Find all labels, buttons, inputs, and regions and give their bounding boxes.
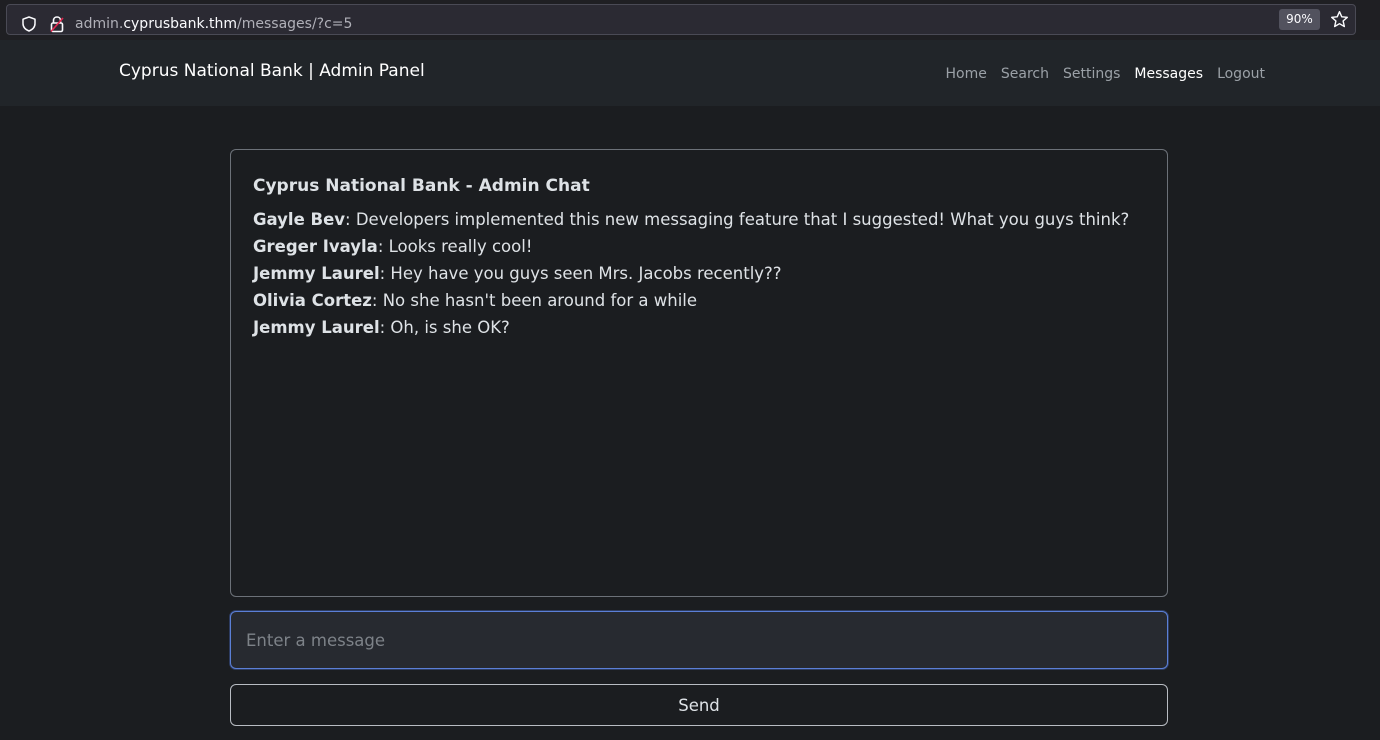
message-author: Gayle Bev	[253, 210, 346, 229]
nav-links: Home Search Settings Messages Logout	[939, 64, 1272, 84]
zoom-level-badge[interactable]: 90%	[1279, 9, 1320, 30]
message-item: Jemmy Laurel: Oh, is she OK?	[253, 314, 1129, 341]
message-author: Greger Ivayla	[253, 237, 378, 256]
browser-toolbar: admin.cyprusbank.thm/messages/?c=5 90%	[0, 0, 1380, 40]
url-host: cyprusbank.thm	[123, 16, 238, 32]
nav-link-search[interactable]: Search	[994, 64, 1056, 84]
message-list: Gayle Bev: Developers implemented this n…	[253, 206, 1129, 341]
brand-title[interactable]: Cyprus National Bank | Admin Panel	[119, 60, 425, 82]
message-text: : Hey have you guys seen Mrs. Jacobs rec…	[379, 264, 782, 283]
chat-title: Cyprus National Bank - Admin Chat	[253, 176, 590, 196]
message-text: : Developers implemented this new messag…	[345, 210, 1130, 229]
message-author: Jemmy Laurel	[253, 264, 380, 283]
nav-link-settings[interactable]: Settings	[1056, 64, 1127, 84]
nav-link-messages[interactable]: Messages	[1127, 64, 1210, 84]
nav-link-logout[interactable]: Logout	[1210, 64, 1272, 84]
message-author: Jemmy Laurel	[253, 318, 380, 337]
nav-link-home[interactable]: Home	[939, 64, 994, 84]
message-text: : Looks really cool!	[377, 237, 533, 256]
send-button[interactable]: Send	[230, 684, 1168, 726]
star-icon[interactable]	[1330, 10, 1349, 29]
message-item: Jemmy Laurel: Hey have you guys seen Mrs…	[253, 260, 1129, 287]
shield-icon[interactable]	[21, 16, 37, 32]
top-navbar: Cyprus National Bank | Admin Panel Home …	[0, 40, 1380, 106]
message-author: Olivia Cortez	[253, 291, 372, 310]
message-item: Olivia Cortez: No she hasn't been around…	[253, 287, 1129, 314]
message-text: : Oh, is she OK?	[379, 318, 510, 337]
url-text[interactable]: admin.cyprusbank.thm/messages/?c=5	[75, 15, 352, 33]
message-input[interactable]	[230, 611, 1168, 669]
message-text: : No she hasn't been around for a while	[371, 291, 698, 310]
message-item: Greger Ivayla: Looks really cool!	[253, 233, 1129, 260]
address-bar[interactable]: admin.cyprusbank.thm/messages/?c=5	[6, 4, 1356, 35]
url-prefix: admin.	[75, 16, 124, 32]
chat-panel[interactable]: Cyprus National Bank - Admin Chat Gayle …	[230, 149, 1168, 597]
message-item: Gayle Bev: Developers implemented this n…	[253, 206, 1129, 233]
url-path: /messages/?c=5	[237, 16, 353, 32]
lock-icon[interactable]	[49, 15, 65, 33]
